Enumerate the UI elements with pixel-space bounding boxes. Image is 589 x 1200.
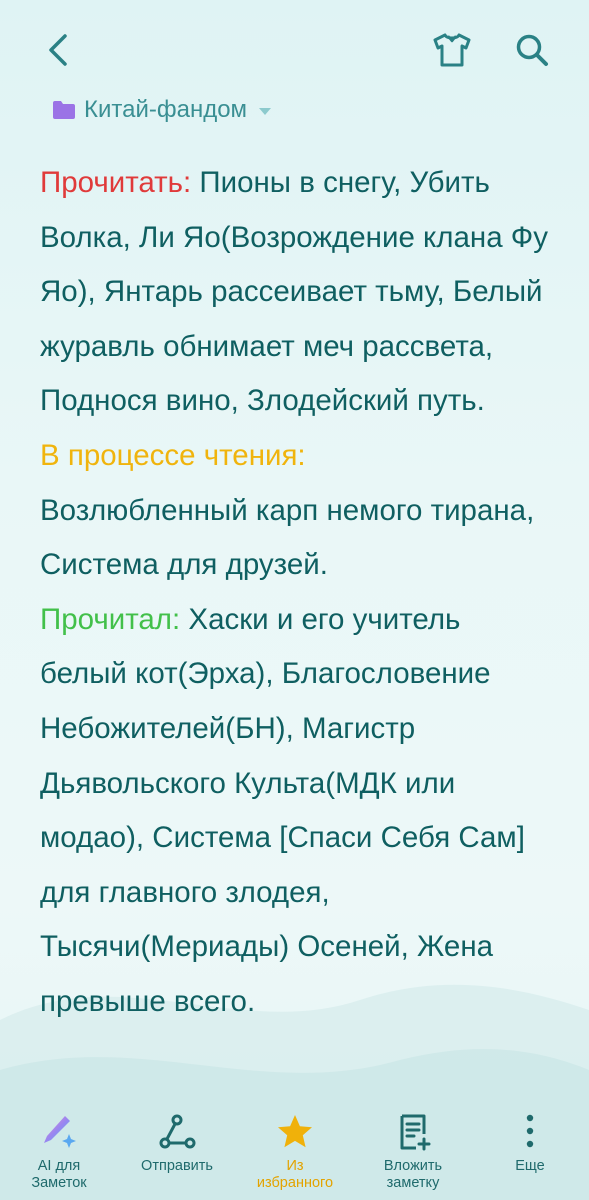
- reading-label: В процессе чтения:: [40, 438, 306, 472]
- share-label: Отправить: [141, 1158, 213, 1174]
- note-paragraph-reading-label: В процессе чтения:: [40, 429, 555, 484]
- unfavorite-button[interactable]: Из избранного: [240, 1110, 350, 1192]
- folder-label: Китай-фандом: [84, 96, 248, 123]
- want-label: Прочитать:: [40, 166, 192, 199]
- attach-note-label: Вложить заметку: [383, 1158, 443, 1191]
- ai-notes-label: AI для Заметок: [31, 1158, 87, 1191]
- ai-notes-button[interactable]: AI для Заметок: [4, 1110, 114, 1192]
- done-label: Прочитал:: [40, 602, 181, 636]
- folder-icon: [53, 101, 75, 119]
- note-paragraph-want: Прочитать: Пионы в снегу, Убить Волка, Л…: [40, 156, 555, 429]
- arrow-left-icon: [49, 34, 67, 66]
- tshirt-icon: [433, 33, 471, 67]
- search-button[interactable]: [508, 26, 556, 74]
- note-body[interactable]: Прочитать: Пионы в снегу, Убить Волка, Л…: [40, 156, 555, 1030]
- note-paragraph-done: Прочитал: Хаски и его учитель белый кот(…: [40, 593, 555, 1030]
- top-bar: [0, 0, 589, 100]
- back-button[interactable]: [36, 28, 80, 72]
- ai-pen-sparkle-icon: [44, 1116, 76, 1148]
- share-button[interactable]: Отправить: [122, 1110, 232, 1175]
- done-text: Хаски и его учитель белый кот(Эрха), Бла…: [40, 602, 525, 1018]
- attach-note-icon: [400, 1114, 431, 1151]
- chevron-down-icon: [259, 107, 272, 115]
- folder-selector[interactable]: Китай-фандом: [52, 92, 272, 128]
- note-paragraph-reading: Возлюбленный карп немого тирана, Система…: [40, 484, 555, 593]
- attach-note-button[interactable]: Вложить заметку: [358, 1110, 468, 1192]
- bottom-toolbar: AI для Заметок Отправить Из избранного В…: [0, 1100, 589, 1200]
- unfavorite-label: Из избранного: [256, 1158, 334, 1191]
- more-vertical-icon: [526, 1114, 534, 1148]
- more-label: Еще: [515, 1158, 545, 1174]
- search-icon: [516, 34, 548, 66]
- star-icon: [278, 1115, 312, 1148]
- share-icon: [159, 1114, 196, 1149]
- want-text: Пионы в снегу, Убить Волка, Ли Яо(Возрож…: [40, 166, 548, 418]
- theme-button[interactable]: [428, 26, 476, 74]
- more-button[interactable]: Еще: [475, 1110, 585, 1175]
- reading-text: Возлюбленный карп немого тирана, Система…: [40, 493, 535, 582]
